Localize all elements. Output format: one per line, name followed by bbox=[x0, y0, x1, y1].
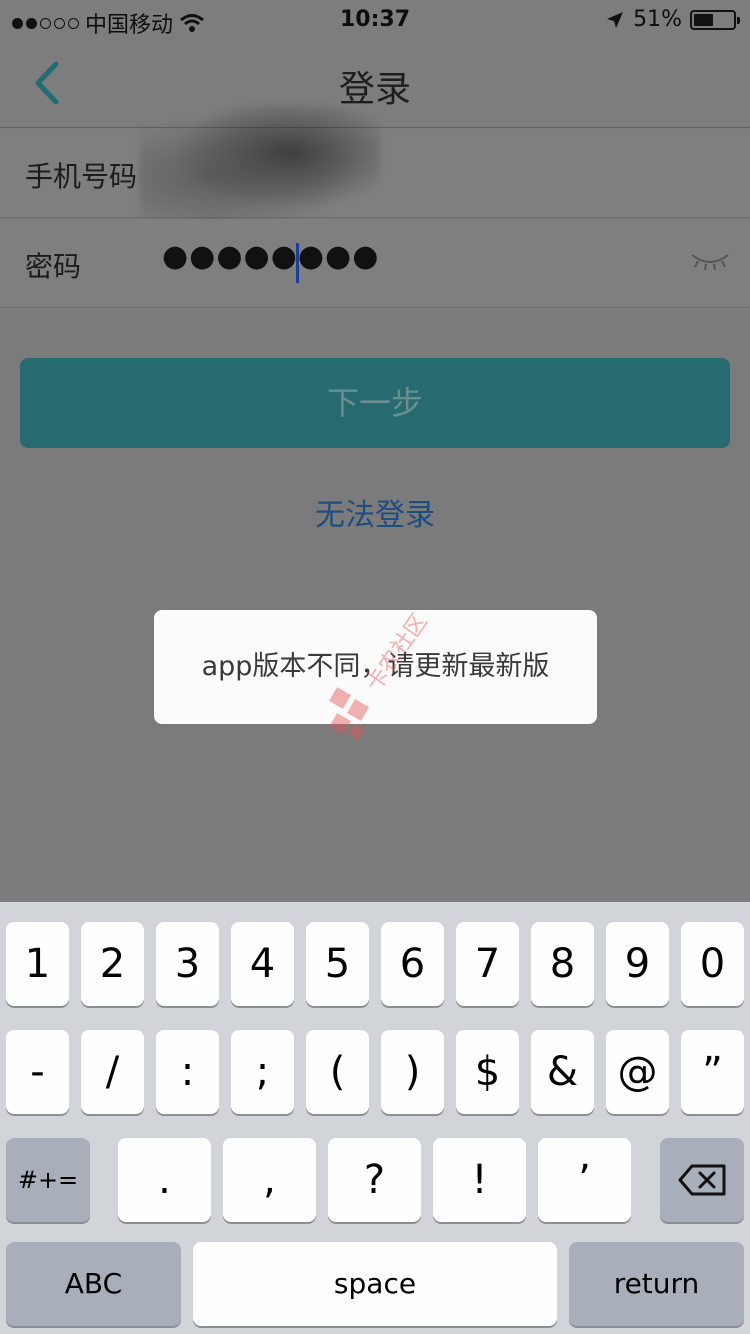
key-label: / bbox=[105, 1049, 120, 1095]
key-label: 9 bbox=[624, 941, 651, 987]
backspace-icon bbox=[678, 1164, 726, 1196]
status-bar: 中国移动 10:37 51% bbox=[0, 0, 750, 40]
password-row[interactable]: 密码 ●●●●●●●● bbox=[0, 219, 750, 308]
eye-closed-icon[interactable] bbox=[690, 249, 730, 275]
key-label: 1 bbox=[24, 941, 51, 987]
abc-key[interactable]: ABC bbox=[6, 1242, 181, 1326]
key-label: ) bbox=[404, 1049, 421, 1095]
key-symbol-9[interactable]: ” bbox=[681, 1030, 744, 1114]
key-label: ” bbox=[702, 1049, 723, 1095]
key-punct-0[interactable]: . bbox=[118, 1138, 211, 1222]
key-label: 2 bbox=[99, 941, 126, 987]
key-punct-4[interactable]: ’ bbox=[538, 1138, 631, 1222]
key-label: @ bbox=[617, 1049, 658, 1095]
key-label: return bbox=[613, 1267, 700, 1300]
key-label: 4 bbox=[249, 941, 276, 987]
key-punct-1[interactable]: , bbox=[223, 1138, 316, 1222]
key-7[interactable]: 7 bbox=[456, 922, 519, 1006]
key-label: ! bbox=[471, 1157, 488, 1203]
key-label: ABC bbox=[64, 1267, 123, 1300]
key-symbol-8[interactable]: @ bbox=[606, 1030, 669, 1114]
key-symbol-3[interactable]: ; bbox=[231, 1030, 294, 1114]
redacted-phone-number bbox=[140, 105, 380, 225]
battery-icon bbox=[690, 9, 740, 30]
key-label: 8 bbox=[549, 941, 576, 987]
key-label: 7 bbox=[474, 941, 501, 987]
watermark-logo: 卡农社区 bbox=[329, 610, 433, 741]
password-label: 密码 bbox=[25, 250, 82, 283]
key-6[interactable]: 6 bbox=[381, 922, 444, 1006]
next-step-button[interactable]: 下一步 bbox=[20, 358, 730, 448]
svg-text:卡农社区: 卡农社区 bbox=[362, 610, 433, 696]
key-label: ’ bbox=[578, 1157, 591, 1203]
key-4[interactable]: 4 bbox=[231, 922, 294, 1006]
key-0[interactable]: 0 bbox=[681, 922, 744, 1006]
key-punct-3[interactable]: ! bbox=[433, 1138, 526, 1222]
key-symbol-0[interactable]: - bbox=[6, 1030, 69, 1114]
delete-key[interactable] bbox=[660, 1138, 744, 1222]
status-right: 51% bbox=[605, 7, 740, 32]
key-label: ( bbox=[329, 1049, 346, 1095]
key-punct-2[interactable]: ? bbox=[328, 1138, 421, 1222]
location-arrow-icon bbox=[607, 11, 624, 28]
key-label: 3 bbox=[174, 941, 201, 987]
text-caret bbox=[296, 243, 299, 283]
key-symbol-2[interactable]: : bbox=[156, 1030, 219, 1114]
phone-label: 手机号码 bbox=[25, 160, 138, 193]
battery-percent: 51% bbox=[633, 7, 682, 32]
key-3[interactable]: 3 bbox=[156, 922, 219, 1006]
key-label: . bbox=[158, 1157, 171, 1203]
key-5[interactable]: 5 bbox=[306, 922, 369, 1006]
key-label: : bbox=[180, 1049, 195, 1095]
key-1[interactable]: 1 bbox=[6, 922, 69, 1006]
key-label: - bbox=[30, 1049, 45, 1095]
key-label: 5 bbox=[324, 941, 351, 987]
key-label: 6 bbox=[399, 941, 426, 987]
key-label: ? bbox=[363, 1157, 386, 1203]
key-symbol-4[interactable]: ( bbox=[306, 1030, 369, 1114]
key-label: , bbox=[263, 1157, 276, 1203]
key-label: ; bbox=[255, 1049, 270, 1095]
key-label: #+= bbox=[17, 1166, 79, 1194]
key-2[interactable]: 2 bbox=[81, 922, 144, 1006]
space-key[interactable]: space bbox=[193, 1242, 557, 1326]
more-symbols-key[interactable]: #+= bbox=[6, 1138, 90, 1222]
cant-login-link[interactable]: 无法登录 bbox=[0, 490, 750, 534]
key-symbol-6[interactable]: $ bbox=[456, 1030, 519, 1114]
key-label: space bbox=[333, 1267, 417, 1300]
numeric-keyboard: 1 2 3 4 5 6 7 8 9 0 - /:; () $ & @ ” #+=.,?! ’ ABC space retu… bbox=[0, 902, 750, 1334]
key-symbol-1[interactable]: / bbox=[81, 1030, 144, 1114]
return-key[interactable]: return bbox=[569, 1242, 744, 1326]
key-8[interactable]: 8 bbox=[531, 922, 594, 1006]
key-label: 0 bbox=[699, 941, 726, 987]
key-symbol-5[interactable]: ) bbox=[381, 1030, 444, 1114]
key-label: & bbox=[546, 1049, 579, 1095]
key-label: $ bbox=[474, 1049, 501, 1095]
key-9[interactable]: 9 bbox=[606, 922, 669, 1006]
password-field[interactable]: ●●●●●●●● bbox=[162, 239, 379, 274]
key-symbol-7[interactable]: & bbox=[531, 1030, 594, 1114]
